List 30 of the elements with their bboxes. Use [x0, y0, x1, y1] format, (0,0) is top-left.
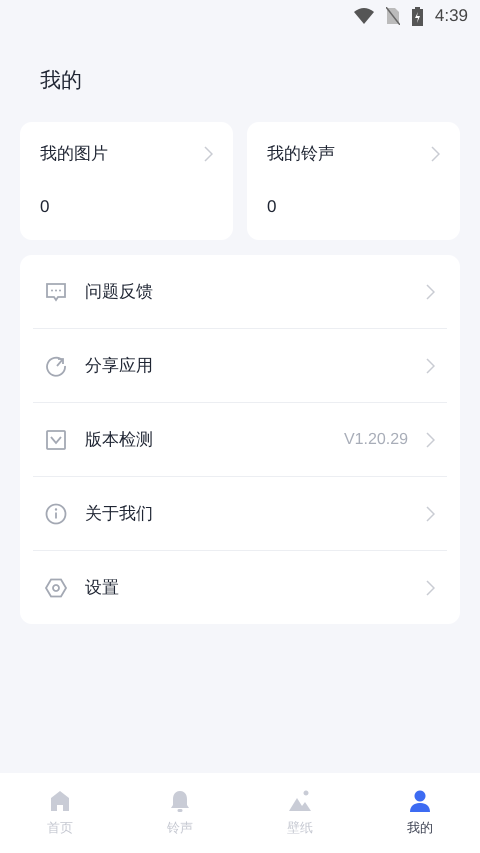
page-title: 我的: [40, 67, 83, 94]
version-number: V1.20.29: [344, 430, 408, 448]
chevron-icon: [426, 506, 435, 522]
menu-item[interactable]: 设置: [85, 576, 408, 599]
tab-label[interactable]: 我的: [407, 819, 433, 837]
share-icon: [45, 354, 67, 376]
chevron-icon: [204, 146, 213, 162]
battery-icon: [412, 6, 423, 26]
settings-icon: [45, 576, 67, 598]
chevron-icon: [426, 580, 435, 596]
menu-item[interactable]: 分享应用: [85, 354, 408, 377]
card-label: 我的图片: [40, 143, 108, 165]
summary-card[interactable]: 我的铃声 0: [247, 122, 460, 240]
chevron-icon: [426, 284, 435, 300]
chevron-icon: [426, 432, 435, 448]
chevron-icon: [426, 358, 435, 374]
info-icon: [45, 502, 67, 524]
card-count: 0: [40, 197, 50, 217]
wifi-icon: [354, 8, 374, 24]
card-count: 0: [267, 197, 278, 217]
chevron-icon: [431, 146, 440, 162]
summary-card[interactable]: 我的图片 0: [20, 122, 233, 240]
checkbox-icon: [45, 428, 67, 450]
clock-time: 4:39: [434, 6, 468, 26]
menu-item[interactable]: 关于我们: [85, 502, 408, 525]
menu-item[interactable]: 问题反馈: [85, 280, 408, 303]
menu-item[interactable]: 版本检测: [85, 428, 326, 451]
chat-bubble-icon: [45, 280, 67, 302]
card-label: 我的铃声: [267, 143, 335, 165]
no-sim-icon: [386, 7, 400, 25]
